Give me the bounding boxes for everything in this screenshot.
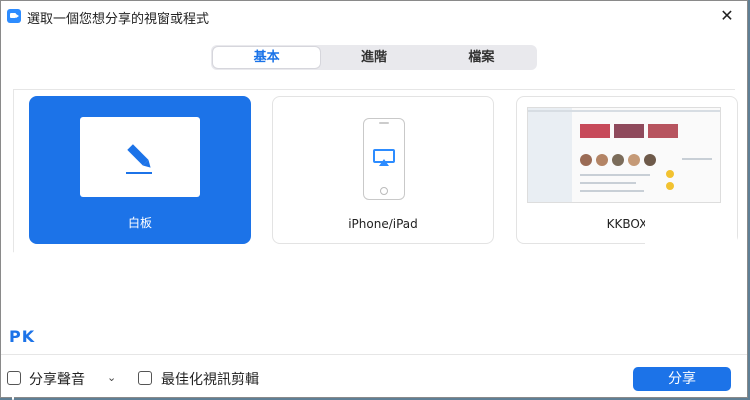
thumb-avatar	[580, 154, 592, 166]
thumb-text-line	[580, 190, 644, 192]
thumb-topbar	[528, 110, 720, 112]
close-button[interactable]: ✕	[717, 6, 737, 26]
thumb-text-line	[580, 174, 650, 176]
phone-icon	[363, 118, 405, 200]
card-partial-overlay	[645, 215, 737, 245]
share-sound-label[interactable]: 分享聲音	[29, 369, 85, 389]
thumb-avatar	[612, 154, 624, 166]
window-title: 選取一個您想分享的視窗或程式	[27, 12, 210, 27]
thumb-text-line	[682, 158, 712, 160]
optimize-video-checkbox[interactable]	[138, 371, 152, 385]
thumb-avatar	[644, 154, 656, 166]
thumb-banner	[648, 124, 678, 138]
phone-home-button	[380, 187, 388, 195]
share-options-grid: 白板 iPhone/iPad KKBOX	[12, 89, 738, 400]
title-bar: 選取一個您想分享的視窗或程式 ✕	[1, 1, 747, 31]
card-whiteboard-label: 白板	[127, 216, 152, 230]
thumb-banner	[580, 124, 610, 138]
thumb-avatar	[596, 154, 608, 166]
pen-icon	[126, 144, 152, 174]
tab-bar: 基本 進階 檔案	[211, 45, 537, 70]
thumb-avatar	[628, 154, 640, 166]
thumb-banner	[614, 124, 644, 138]
tab-basic[interactable]: 基本	[213, 47, 321, 68]
watermark-logo: PK	[9, 327, 36, 346]
share-button[interactable]: 分享	[633, 367, 731, 391]
thumb-sidebar	[528, 108, 572, 202]
share-sound-checkbox[interactable]	[7, 371, 21, 385]
share-screen-dialog: 選取一個您想分享的視窗或程式 ✕ 基本 進階 檔案 白板 iPhone/iPad…	[0, 0, 748, 400]
airplay-icon	[373, 149, 395, 166]
thumb-text-line	[580, 182, 636, 184]
optimize-video-label[interactable]: 最佳化視訊剪輯	[161, 369, 259, 389]
tab-files[interactable]: 檔案	[428, 47, 535, 68]
card-whiteboard[interactable]: 白板	[29, 96, 251, 244]
tab-advanced[interactable]: 進階	[320, 47, 427, 68]
phone-speaker	[379, 122, 389, 124]
chevron-down-icon[interactable]: ⌄	[107, 371, 116, 384]
thumb-yellow-dot	[666, 170, 674, 178]
whiteboard-preview	[80, 117, 200, 197]
card-iphone-label: iPhone/iPad	[348, 217, 418, 231]
card-iphone-ipad[interactable]: iPhone/iPad	[272, 96, 494, 244]
zoom-app-icon	[7, 9, 21, 23]
bottom-bar: 分享聲音 ⌄ 最佳化視訊剪輯 分享	[1, 354, 747, 400]
thumb-yellow-dot	[666, 182, 674, 190]
kkbox-window-thumbnail	[527, 107, 721, 203]
card-kkbox[interactable]: KKBOX	[516, 96, 738, 245]
